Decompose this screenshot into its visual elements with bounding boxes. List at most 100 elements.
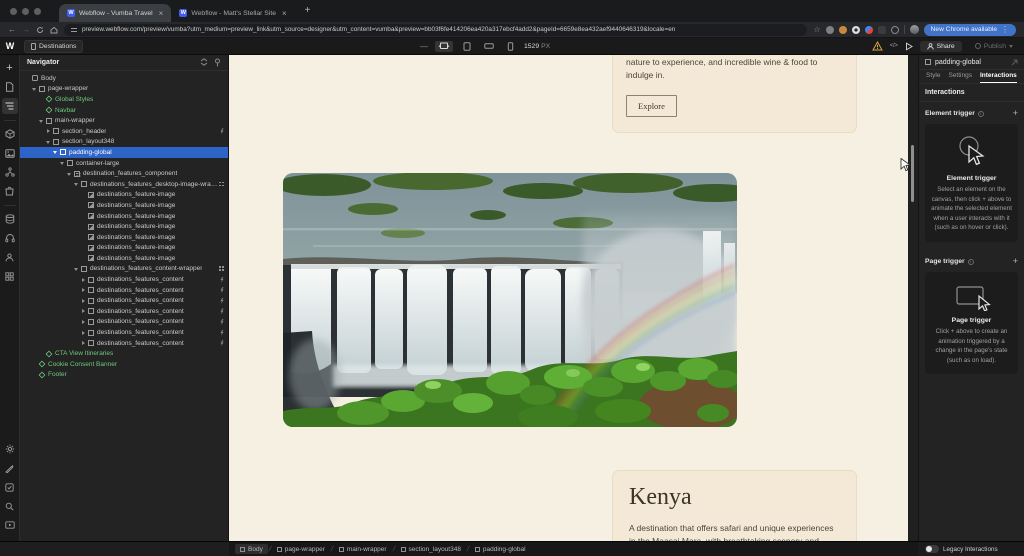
navigator-item-padding-global[interactable]: padding-global [20,147,228,158]
pin-navigator-icon[interactable] [214,58,221,67]
tree-caret-icon[interactable] [80,329,87,336]
settings-button[interactable] [2,441,18,457]
window-close-button[interactable] [10,8,17,15]
browser-menu-kebab-icon[interactable]: ⋮ [1001,26,1009,34]
navigator-item-section-header[interactable]: section_header [20,126,228,137]
navigator-item-main-wrapper[interactable]: main-wrapper [20,115,228,126]
tree-caret-icon[interactable] [45,138,52,145]
navigator-item-destination-features-component[interactable]: destination_features_component [20,168,228,179]
audit-panel-button[interactable] [2,230,18,246]
info-icon[interactable]: i [978,111,984,117]
site-preview-canvas[interactable]: nature to experience, and incredible win… [229,55,918,541]
info-icon[interactable]: i [968,259,974,265]
tree-caret-icon[interactable] [59,160,66,167]
tree-caret-icon[interactable] [45,128,52,135]
collapse-all-icon[interactable] [200,58,208,66]
breakpoint-mobile-landscape-button[interactable] [481,41,497,51]
page-selector[interactable]: Destinations [24,40,83,53]
extension-icon-4[interactable] [865,26,873,34]
navigator-item-destinations-features-content[interactable]: destinations_features_content [20,327,228,338]
navigator-item-destinations-feature-image[interactable]: destinations_feature-image [20,221,228,232]
navigator-item-navbar[interactable]: Navbar [20,105,228,116]
browser-tab-inactive[interactable]: W Webflow - Matt's Stellar Site × [171,4,294,22]
video-tutorials-button[interactable] [2,517,18,533]
new-tab-button[interactable]: + [305,6,311,16]
tree-caret-icon[interactable] [80,340,87,347]
navigator-item-destinations-feature-image[interactable]: destinations_feature-image [20,243,228,254]
navigator-item-destinations-features-content[interactable]: destinations_features_content [20,317,228,328]
components-panel-button[interactable] [2,126,18,142]
breadcrumb-item-padding-global[interactable]: padding-global [470,544,531,554]
navigator-item-section-layout348[interactable]: section_layout348 [20,137,228,148]
navigator-item-cta-view-itineraries[interactable]: CTA View Itineraries [20,348,228,359]
users-panel-button[interactable] [2,249,18,265]
back-icon[interactable]: ← [8,26,16,34]
tree-caret-icon[interactable] [73,181,80,188]
tree-caret-icon[interactable] [80,308,87,315]
window-minimize-button[interactable] [22,8,29,15]
checklist-button[interactable] [2,479,18,495]
browser-tab-active[interactable]: W Webflow - Vumba Travel × [59,4,171,22]
share-button[interactable]: Share [920,41,962,52]
navigator-item-global-styles[interactable]: Global Styles [20,94,228,105]
breakpoint-tablet-button[interactable] [460,41,474,52]
tree-caret-icon[interactable] [80,287,87,294]
breadcrumb-item-page-wrapper[interactable]: page-wrapper [272,544,330,554]
navigator-item-cookie-consent-banner[interactable]: Cookie Consent Banner [20,359,228,370]
navigator-item-body[interactable]: Body [20,73,228,84]
navigator-item-footer[interactable]: Footer [20,370,228,381]
breakpoint-mobile-portrait-button[interactable] [504,41,517,52]
tree-caret-icon[interactable] [80,276,87,283]
tree-caret-icon[interactable] [66,170,73,177]
minus-icon[interactable]: — [420,42,428,51]
navigator-item-destinations-features-content[interactable]: destinations_features_content [20,285,228,296]
publish-button[interactable]: Publish [969,41,1019,52]
navigator-item-container-large[interactable]: container-large [20,158,228,169]
search-button[interactable] [2,498,18,514]
breadcrumb-item-main-wrapper[interactable]: main-wrapper [334,544,392,554]
preview-play-icon[interactable] [905,42,913,51]
extension-icon-1[interactable] [826,26,834,34]
code-icon[interactable]: </> [890,43,898,49]
tree-caret-icon[interactable] [80,318,87,325]
forward-icon[interactable]: → [22,26,30,34]
navigator-item-destinations-feature-image[interactable]: destinations_feature-image [20,211,228,222]
add-page-trigger-button[interactable]: + [1013,257,1018,266]
navigator-item-destinations-features-content[interactable]: destinations_features_content [20,274,228,285]
panel-indicator-icon[interactable] [1011,59,1018,66]
ecommerce-panel-button[interactable] [2,183,18,199]
cms-panel-button[interactable] [2,211,18,227]
pages-panel-button[interactable] [2,79,18,95]
navigator-item-page-wrapper[interactable]: page-wrapper [20,84,228,95]
home-icon[interactable] [50,26,58,34]
reload-icon[interactable] [36,26,44,34]
apps-panel-button[interactable] [2,268,18,284]
tab-style[interactable]: Style [926,72,940,83]
tab-close-icon[interactable]: × [159,9,164,18]
extension-icon-6[interactable] [891,26,899,34]
canvas-scrollbar[interactable] [908,55,918,541]
navigator-item-destinations-feature-image[interactable]: destinations_feature-image [20,232,228,243]
legacy-interactions-toggle[interactable] [925,545,939,553]
navigator-item-destinations-features-content[interactable]: destinations_features_content [20,306,228,317]
extension-icon-3[interactable] [852,26,860,34]
chrome-update-button[interactable]: New Chrome available ⋮ [924,24,1016,36]
tab-interactions[interactable]: Interactions [980,72,1017,83]
tree-caret-icon[interactable] [52,149,59,156]
url-field[interactable]: preview.webflow.com/preview/vumba?utm_me… [64,24,807,36]
navigator-item-destinations-feature-image[interactable]: destinations_feature-image [20,190,228,201]
navigator-item-destinations-features-desktop-image-wrapper[interactable]: destinations_features_desktop-image-wrap… [20,179,228,190]
tree-caret-icon[interactable] [80,297,87,304]
breadcrumb-item-section-layout348[interactable]: section_layout348 [396,544,466,554]
tab-settings[interactable]: Settings [948,72,972,83]
add-elements-button[interactable]: + [2,60,18,76]
extension-icon-2[interactable] [839,26,847,34]
canvas-width-readout[interactable]: 1529PX [524,43,550,50]
breadcrumb-item-body[interactable]: Body [235,544,268,554]
webflow-logo[interactable]: W [0,41,20,51]
breakpoint-desktop-button[interactable] [435,41,453,52]
explore-button[interactable]: Explore [626,95,677,117]
navigator-item-destinations-feature-image[interactable]: destinations_feature-image [20,253,228,264]
navigator-item-destinations-feature-image[interactable]: destinations_feature-image [20,200,228,211]
assets-panel-button[interactable] [2,145,18,161]
